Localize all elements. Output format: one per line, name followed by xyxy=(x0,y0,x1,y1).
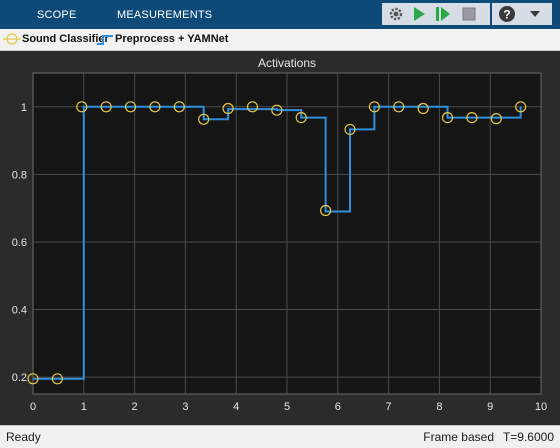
svg-text:?: ? xyxy=(503,8,510,22)
plot-area: Activations 0 1 2 3 4 5 6 7 8 9 10 0.2 0.4 0.6 0.8 1 xyxy=(0,51,560,424)
help-icon[interactable]: ? xyxy=(498,5,516,23)
quick-access-toolbar xyxy=(382,3,490,25)
x-tick-label: 9 xyxy=(487,401,493,413)
y-tick-label: 0.2 xyxy=(12,372,27,384)
tab-scope[interactable]: SCOPE xyxy=(37,0,77,29)
x-tick-label: 8 xyxy=(436,401,442,413)
y-tick-label: 0.8 xyxy=(12,169,27,181)
x-tick-label: 3 xyxy=(182,401,188,413)
toolstrip: SCOPE MEASUREMENTS ? xyxy=(0,0,560,29)
x-tick-label: 2 xyxy=(132,401,138,413)
status-text: Ready xyxy=(6,430,41,444)
legend-label: Preprocess + YAMNet xyxy=(115,33,229,45)
activations-chart[interactable]: Activations 0 1 2 3 4 5 6 7 8 9 10 0.2 0.4 0.6 0.8 1 xyxy=(0,51,560,424)
x-tick-label: 1 xyxy=(81,401,87,413)
frame-mode-label: Frame based xyxy=(423,430,494,444)
tab-measurements[interactable]: MEASUREMENTS xyxy=(117,0,212,29)
simulation-time: T=9.6000 xyxy=(502,430,554,444)
stairs-line-icon xyxy=(97,35,113,45)
step-forward-icon[interactable] xyxy=(434,5,452,23)
help-toolbar: ? xyxy=(492,3,552,25)
y-tick-label: 0.4 xyxy=(12,305,27,317)
stop-icon[interactable] xyxy=(460,5,478,23)
run-icon[interactable] xyxy=(410,5,428,23)
chart-title: Activations xyxy=(258,56,316,70)
x-tick-label: 7 xyxy=(386,401,392,413)
x-tick-label: 0 xyxy=(30,401,36,413)
dropdown-arrow-icon[interactable] xyxy=(526,5,544,23)
circle-marker-icon xyxy=(3,33,21,45)
y-tick-label: 1 xyxy=(21,102,27,114)
x-tick-label: 10 xyxy=(535,401,547,413)
settings-gear-icon[interactable] xyxy=(387,5,405,23)
status-bar: Ready Frame based T=9.6000 xyxy=(0,425,560,448)
y-tick-label: 0.6 xyxy=(12,237,27,249)
legend-bar: Sound Classifier Preprocess + YAMNet xyxy=(0,29,560,51)
x-tick-label: 5 xyxy=(284,401,290,413)
x-tick-label: 6 xyxy=(335,401,341,413)
x-tick-label: 4 xyxy=(233,401,239,413)
